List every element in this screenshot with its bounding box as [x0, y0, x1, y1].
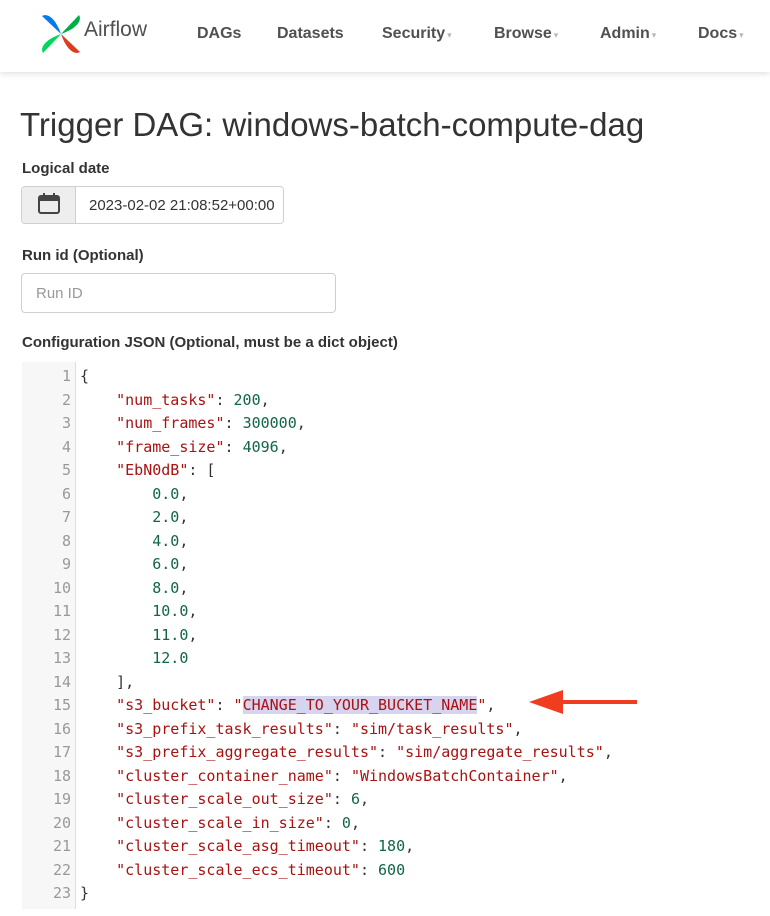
line-number: 6: [61, 484, 71, 503]
code-text[interactable]: "num_tasks": 200,: [80, 389, 270, 413]
code-line[interactable]: 2 "num_tasks": 200,: [22, 389, 770, 413]
code-line[interactable]: 18 "cluster_container_name": "WindowsBat…: [22, 765, 770, 789]
code-text[interactable]: 12.0: [80, 647, 188, 671]
navbar: Airflow DAGs Datasets Security ▾ Browse ▾ …: [0, 0, 770, 72]
chevron-down-icon: ▾: [553, 30, 559, 40]
line-number: 23: [52, 884, 71, 902]
line-number: 16: [52, 719, 71, 738]
nav-docs[interactable]: Docs ▾: [698, 25, 744, 43]
line-number: 4: [61, 437, 71, 456]
line-number: 20: [52, 813, 71, 832]
code-text[interactable]: "num_frames": 300000,: [80, 412, 306, 436]
code-text[interactable]: 8.0,: [80, 577, 188, 601]
line-number: 14: [52, 672, 71, 691]
code-line[interactable]: 17 "s3_prefix_aggregate_results": "sim/a…: [22, 741, 770, 765]
code-text[interactable]: {: [80, 365, 89, 389]
nav-security-label: Security: [382, 25, 446, 42]
code-text[interactable]: 11.0,: [80, 624, 197, 648]
run-id-label: Run id (Optional): [22, 247, 144, 264]
nav-browse-label: Browse: [494, 25, 552, 42]
code-text[interactable]: "cluster_scale_out_size": 6,: [80, 788, 369, 812]
line-number: 22: [52, 860, 71, 879]
nav-datasets-label: Datasets: [277, 25, 344, 42]
code-line[interactable]: 21 "cluster_scale_asg_timeout": 180,: [22, 835, 770, 859]
code-line[interactable]: 20 "cluster_scale_in_size": 0,: [22, 812, 770, 836]
code-line[interactable]: 3 "num_frames": 300000,: [22, 412, 770, 436]
nav-datasets[interactable]: Datasets: [277, 25, 344, 43]
code-line[interactable]: 4 "frame_size": 4096,: [22, 436, 770, 460]
code-text[interactable]: }: [80, 882, 89, 906]
line-number: 9: [61, 555, 71, 573]
code-line[interactable]: 11 10.0,: [22, 600, 770, 624]
line-number: 13: [52, 649, 71, 667]
code-line[interactable]: 16 "s3_prefix_task_results": "sim/task_r…: [22, 718, 770, 742]
code-line[interactable]: 15 "s3_bucket": "CHANGE_TO_YOUR_BUCKET_N…: [22, 694, 770, 718]
code-text[interactable]: 6.0,: [80, 553, 188, 577]
arrow-left-icon: [529, 690, 637, 714]
nav-admin[interactable]: Admin ▾: [600, 25, 656, 43]
line-number: 2: [61, 390, 71, 409]
line-number: 18: [52, 766, 71, 785]
line-number: 1: [61, 367, 71, 385]
code-text[interactable]: "s3_prefix_task_results": "sim/task_resu…: [80, 718, 522, 742]
airflow-logo-icon[interactable]: [38, 11, 84, 57]
code-line[interactable]: 6 0.0,: [22, 483, 770, 507]
code-text[interactable]: ],: [80, 671, 134, 695]
line-number: 10: [52, 578, 71, 597]
line-number: 3: [61, 414, 71, 432]
logical-date-input[interactable]: [76, 187, 283, 223]
line-number: 17: [52, 743, 71, 761]
nav-admin-label: Admin: [600, 25, 650, 42]
code-line[interactable]: 13 12.0: [22, 647, 770, 671]
line-number: 5: [61, 461, 71, 479]
code-text[interactable]: 4.0,: [80, 530, 188, 554]
code-line[interactable]: 19 "cluster_scale_out_size": 6,: [22, 788, 770, 812]
nav-security[interactable]: Security ▾: [382, 25, 452, 43]
chevron-down-icon: ▾: [447, 30, 452, 40]
code-text[interactable]: "cluster_scale_asg_timeout": 180,: [80, 835, 414, 859]
code-line[interactable]: 22 "cluster_scale_ecs_timeout": 600: [22, 859, 770, 883]
code-text[interactable]: "s3_bucket": "CHANGE_TO_YOUR_BUCKET_NAME…: [80, 694, 495, 718]
calendar-icon: [38, 193, 60, 214]
code-text[interactable]: 2.0,: [80, 506, 188, 530]
chevron-down-icon: ▾: [651, 30, 657, 40]
code-line[interactable]: 8 4.0,: [22, 530, 770, 554]
chevron-down-icon: ▾: [739, 30, 744, 40]
code-text[interactable]: "cluster_container_name": "WindowsBatchC…: [80, 765, 568, 789]
calendar-button[interactable]: [22, 187, 76, 223]
line-number: 21: [52, 837, 71, 855]
line-number: 15: [52, 696, 71, 714]
code-text[interactable]: "EbN0dB": [: [80, 459, 215, 483]
code-line[interactable]: 7 2.0,: [22, 506, 770, 530]
code-line[interactable]: 23}: [22, 882, 770, 906]
code-line[interactable]: 14 ],: [22, 671, 770, 695]
logical-date-label: Logical date: [22, 160, 110, 177]
code-line[interactable]: 5 "EbN0dB": [: [22, 459, 770, 483]
page-title: Trigger DAG: windows-batch-compute-dag: [20, 106, 645, 143]
brand-name[interactable]: Airflow: [84, 18, 147, 42]
line-number: 12: [52, 625, 71, 644]
logical-date-group: [21, 186, 284, 224]
config-json-label: Configuration JSON (Optional, must be a …: [22, 334, 398, 351]
run-id-input[interactable]: [21, 273, 336, 313]
code-text[interactable]: "s3_prefix_aggregate_results": "sim/aggr…: [80, 741, 613, 765]
code-line[interactable]: 10 8.0,: [22, 577, 770, 601]
code-line[interactable]: 1{: [22, 365, 770, 389]
config-json-editor[interactable]: 1{2 "num_tasks": 200, 3 "num_frames": 300…: [22, 362, 770, 916]
line-number: 11: [52, 602, 71, 620]
code-line[interactable]: 9 6.0,: [22, 553, 770, 577]
line-number: 7: [61, 508, 71, 526]
code-text[interactable]: "cluster_scale_ecs_timeout": 600: [80, 859, 405, 883]
code-text[interactable]: 0.0,: [80, 483, 188, 507]
nav-dags[interactable]: DAGs: [197, 25, 241, 43]
nav-dags-label: DAGs: [197, 25, 242, 42]
line-number: 8: [61, 531, 71, 550]
nav-docs-label: Docs: [698, 25, 738, 42]
code-text[interactable]: 10.0,: [80, 600, 197, 624]
code-text[interactable]: "cluster_scale_in_size": 0,: [80, 812, 360, 836]
nav-browse[interactable]: Browse ▾: [494, 25, 558, 43]
code-line[interactable]: 12 11.0,: [22, 624, 770, 648]
code-text[interactable]: "frame_size": 4096,: [80, 436, 288, 460]
line-number: 19: [52, 790, 71, 808]
